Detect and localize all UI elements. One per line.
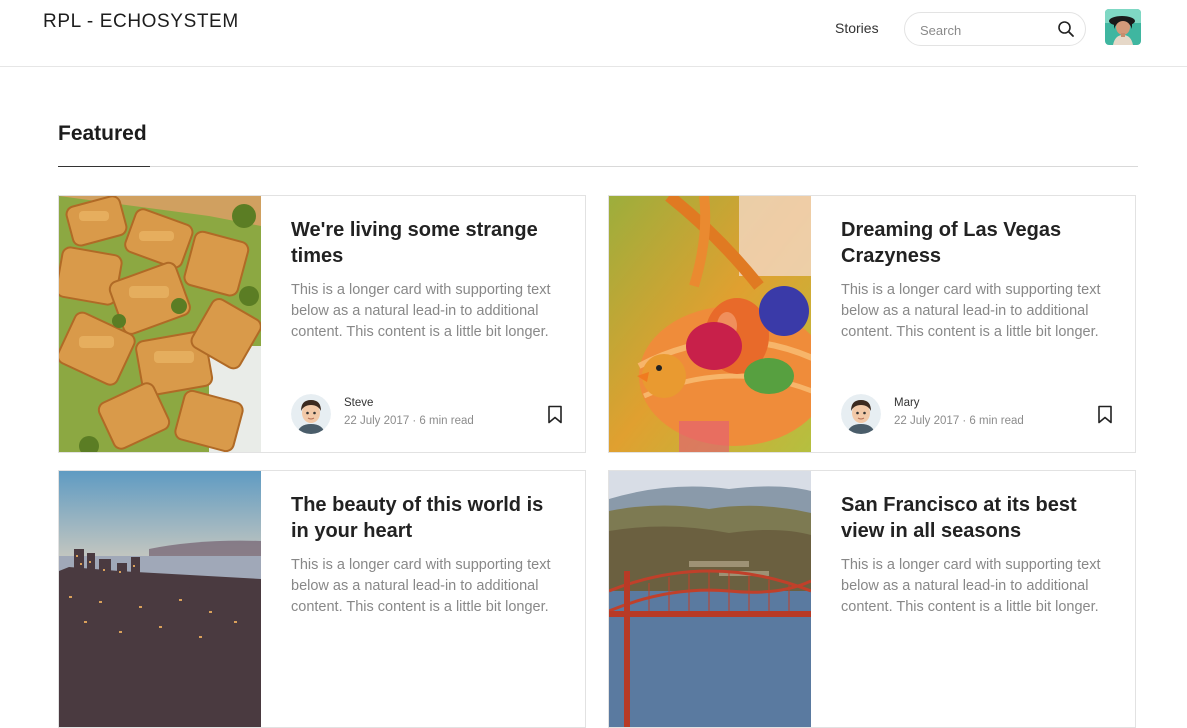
post-meta: 22 July 2017 · 6 min read: [894, 415, 1024, 427]
card-text: This is a longer card with supporting te…: [841, 282, 1101, 340]
top-navbar: RPL - ECHOSYSTEM Stories: [0, 0, 1187, 67]
story-card[interactable]: We're living some strange times This is …: [58, 195, 586, 453]
card-title[interactable]: Dreaming of Las Vegas Crazyness: [841, 217, 1111, 269]
card-image-city-sunset[interactable]: [59, 471, 261, 727]
search-icon[interactable]: [1057, 20, 1075, 38]
search-box: [904, 12, 1086, 46]
card-title[interactable]: The beauty of this world is in your hear…: [291, 492, 561, 544]
story-card[interactable]: Dreaming of Las Vegas Crazyness This is …: [608, 195, 1136, 453]
author-avatar[interactable]: [291, 394, 331, 434]
author-name[interactable]: Steve: [344, 397, 373, 409]
author-avatar[interactable]: [841, 394, 881, 434]
card-title[interactable]: We're living some strange times: [291, 217, 561, 269]
card-text: This is a longer card with supporting te…: [291, 557, 551, 615]
card-image-easter-basket[interactable]: [609, 196, 811, 452]
story-card[interactable]: The beauty of this world is in your hear…: [58, 470, 586, 728]
brand-logo-text[interactable]: RPL - ECHOSYSTEM: [43, 11, 239, 33]
section-divider: [58, 166, 1138, 167]
card-text: This is a longer card with supporting te…: [841, 557, 1101, 615]
author-name[interactable]: Mary: [894, 397, 920, 409]
post-meta: 22 July 2017 · 6 min read: [344, 415, 474, 427]
bookmark-icon[interactable]: [547, 405, 563, 424]
card-title[interactable]: San Francisco at its best view in all se…: [841, 492, 1111, 544]
story-card[interactable]: San Francisco at its best view in all se…: [608, 470, 1136, 728]
featured-heading: Featured: [58, 122, 147, 145]
card-image-food[interactable]: [59, 196, 261, 452]
profile-avatar[interactable]: [1105, 9, 1141, 45]
search-input[interactable]: [918, 20, 1052, 40]
bookmark-icon[interactable]: [1097, 405, 1113, 424]
card-text: This is a longer card with supporting te…: [291, 282, 551, 340]
card-image-golden-gate[interactable]: [609, 471, 811, 727]
nav-link-stories[interactable]: Stories: [835, 20, 879, 36]
section-divider-accent: [58, 166, 150, 167]
